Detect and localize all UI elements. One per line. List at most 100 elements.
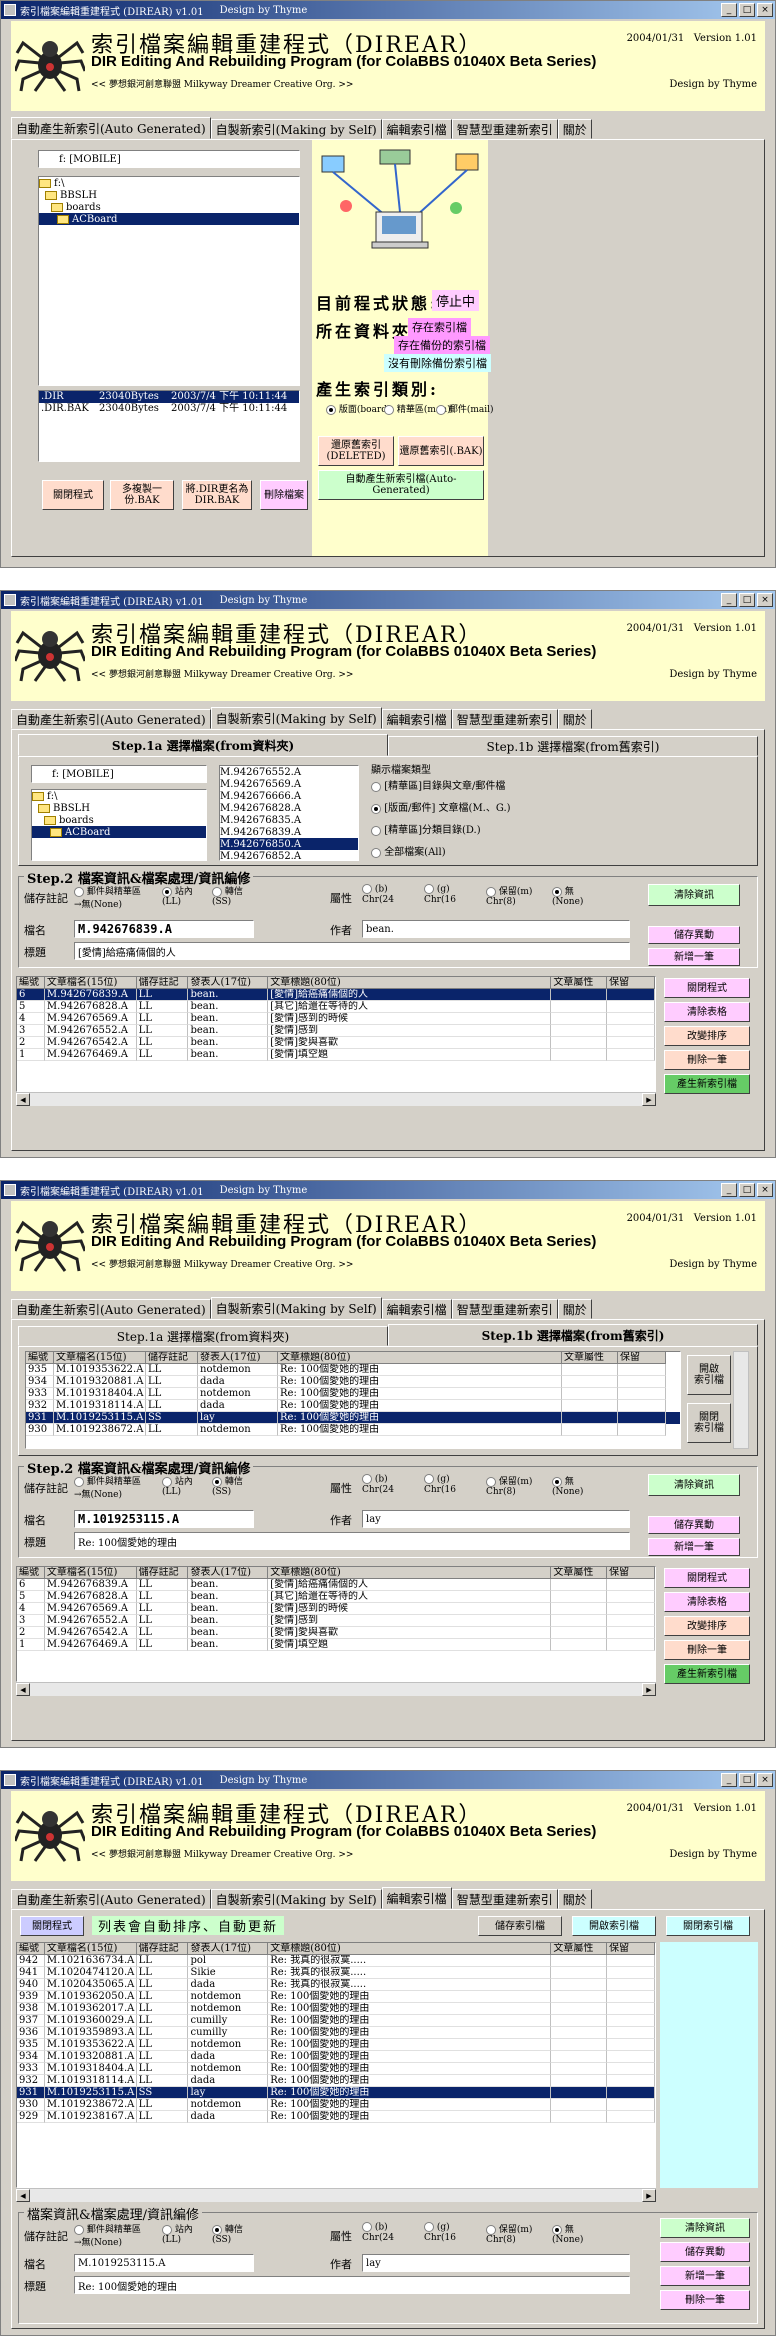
close-button[interactable]: × xyxy=(757,1773,773,1787)
radio-mail[interactable]: 郵件(mail) xyxy=(436,402,494,415)
tree-item-root[interactable]: f:\ xyxy=(32,790,206,802)
mark-radio-none[interactable]: 郵件與精華區 →無(None) xyxy=(74,1474,141,1500)
table-row[interactable]: 931 M.1019253115.A SS lay Re: 100個愛她的理由 xyxy=(26,1412,680,1424)
table-row[interactable]: 1 M.942676469.A LL bean. [愛情]填空題 xyxy=(17,1639,655,1651)
attr-radio-b[interactable]: (b) Chr(24 xyxy=(362,1474,394,1495)
entries-table[interactable]: 編號 文章檔名(15位) 儲存註記 發表人(17位) 文章標題(80位) 文章屬性 保留 6… xyxy=(16,976,656,1092)
file-item[interactable]: M.942676552.A xyxy=(220,766,358,778)
subtab-step1b[interactable]: Step.1b 選擇檔案(from舊索引) xyxy=(388,1324,758,1346)
file-item[interactable]: M.942676850.A xyxy=(220,838,358,850)
mark-radio-none[interactable]: 郵件與精華區 →無(None) xyxy=(74,2222,141,2248)
add-row-button[interactable]: 新增一筆 xyxy=(648,1538,740,1556)
attr-radio-none[interactable]: 無 (None) xyxy=(552,1474,583,1497)
attr-radio-m[interactable]: 保留(m) Chr(8) xyxy=(486,2222,532,2245)
minimize-button[interactable]: _ xyxy=(721,3,737,17)
subject-input[interactable]: Re: 100個愛她的理由 xyxy=(74,1532,630,1550)
filename-input[interactable]: M.1019253115.A xyxy=(74,1510,254,1528)
tab-making-by-self[interactable]: 自製新索引(Making by Self) xyxy=(210,1889,382,1909)
save-index-button[interactable]: 儲存索引檔 xyxy=(478,1916,562,1936)
file-row[interactable]: .DIR.BAK 23040Bytes 2003/7/4 下午 10:11:44 xyxy=(39,403,299,415)
subject-input[interactable]: [愛情]給癌痛倆個的人 xyxy=(74,942,630,960)
filename-input[interactable]: M.942676839.A xyxy=(74,920,254,938)
clear-table-button[interactable]: 清除表格 xyxy=(664,1592,750,1612)
tab-auto-generated[interactable]: 自動產生新索引(Auto Generated) xyxy=(11,1889,211,1909)
table-row[interactable]: 937 M.1019360029.A LL cumilly Re: 100個愛她的理由 xyxy=(17,2015,655,2027)
close-program-button[interactable]: 關閉程式 xyxy=(664,1568,750,1588)
table-row[interactable]: 6 M.942676839.A LL bean. [愛情]給癌痛倆個的人 xyxy=(17,1579,655,1591)
entries-table[interactable]: 編號 文章檔名(15位) 儲存註記 發表人(17位) 文章標題(80位) 文章屬性 保留 6… xyxy=(16,1566,656,1682)
tree-item-bbslh[interactable]: BBSLH xyxy=(32,802,206,814)
add-row-button[interactable]: 新增一筆 xyxy=(648,948,740,966)
table-row[interactable]: 2 M.942676542.A LL bean. [愛情]愛與喜歡 xyxy=(17,1037,655,1049)
file-row[interactable]: .DIR 23040Bytes 2003/7/4 下午 10:11:44 xyxy=(39,391,299,403)
table-row[interactable]: 3 M.942676552.A LL bean. [愛情]感到 xyxy=(17,1615,655,1627)
table-row[interactable]: 939 M.1019362050.A LL notdemon Re: 100個愛她的理由 xyxy=(17,1991,655,2003)
vertical-scrollbar[interactable] xyxy=(733,1351,749,1449)
close-index-button[interactable]: 關閉 索引檔 xyxy=(687,1403,731,1443)
maximize-button[interactable]: □ xyxy=(739,1183,755,1197)
old-index-table[interactable]: 編號 文章檔名(15位) 儲存註記 發表人(17位) 文章標題(80位) 文章屬性 保留 9… xyxy=(25,1351,681,1449)
clear-info-button[interactable]: 清除資訊 xyxy=(648,1474,740,1496)
mark-radio-ll[interactable]: 站內 (LL) xyxy=(162,1474,193,1497)
scroll-left-icon[interactable]: ◀ xyxy=(16,1683,30,1696)
tab-smart-rebuild[interactable]: 智慧型重建新索引 xyxy=(451,1299,558,1319)
horizontal-scrollbar[interactable]: ◀ ▶ xyxy=(16,1682,656,1696)
save-changes-button[interactable]: 儲存異動 xyxy=(648,1516,740,1534)
table-row[interactable]: 940 M.1020435065.A LL dada Re: 我真的很寂寞..... xyxy=(17,1979,655,1991)
table-row[interactable]: 941 M.1020474120.A LL Sikie Re: 我真的很寂寞..... xyxy=(17,1967,655,1979)
filename-input[interactable]: M.1019253115.A xyxy=(74,2254,254,2272)
tab-edit-index[interactable]: 編輯索引檔 xyxy=(381,1887,452,1909)
folder-tree[interactable]: f:\ BBSLH boards ACBoard xyxy=(31,789,207,861)
tab-auto-generated[interactable]: 自動產生新索引(Auto Generated) xyxy=(11,1299,211,1319)
file-item[interactable]: M.942676666.A xyxy=(220,790,358,802)
restore-deleted-button[interactable]: 還原舊索引 (DELETED) xyxy=(318,436,394,466)
file-item[interactable]: M.942676569.A xyxy=(220,778,358,790)
restore-bak-button[interactable]: 還原舊索引(.BAK) xyxy=(398,436,484,466)
table-row[interactable]: 938 M.1019362017.A LL notdemon Re: 100個愛她的理由 xyxy=(17,2003,655,2015)
clear-info-button[interactable]: 清除資訊 xyxy=(660,2218,750,2238)
subtab-step1b[interactable]: Step.1b 選擇檔案(from舊索引) xyxy=(388,736,758,756)
maximize-button[interactable]: □ xyxy=(739,3,755,17)
delete-file-button[interactable]: 刪除檔案 xyxy=(260,480,308,510)
generate-index-button[interactable]: 產生新索引檔 xyxy=(664,1074,750,1094)
maximize-button[interactable]: □ xyxy=(739,593,755,607)
filetype-radio[interactable]: [精華區]目錄與文章/郵件檔 xyxy=(371,777,505,792)
table-row[interactable]: 935 M.1019353622.A LL notdemon Re: 100個愛她的理由 xyxy=(17,2039,655,2051)
tab-auto-generated[interactable]: 自動產生新索引(Auto Generated) xyxy=(11,709,211,729)
tree-item-acboard[interactable]: ACBoard xyxy=(32,826,206,838)
scroll-right-icon[interactable]: ▶ xyxy=(642,2189,656,2202)
author-input[interactable]: lay xyxy=(362,2254,630,2272)
mark-radio-ss[interactable]: 轉信 (SS) xyxy=(212,2222,243,2245)
maximize-button[interactable]: □ xyxy=(739,1773,755,1787)
table-row[interactable]: 3 M.942676552.A LL bean. [愛情]感到 xyxy=(17,1025,655,1037)
minimize-button[interactable]: _ xyxy=(721,1183,737,1197)
mark-radio-ss[interactable]: 轉信 (SS) xyxy=(212,884,243,907)
close-program-button[interactable]: 關閉程式 xyxy=(42,480,104,510)
delete-row-button[interactable]: 刪除一筆 xyxy=(664,1640,750,1660)
horizontal-scrollbar[interactable]: ◀ ▶ xyxy=(16,2188,656,2202)
table-row[interactable]: 931 M.1019253115.A SS lay Re: 100個愛她的理由 xyxy=(17,2087,655,2099)
file-item[interactable]: M.942676828.A xyxy=(220,802,358,814)
close-program-button[interactable]: 關閉程式 xyxy=(20,1916,84,1936)
tree-item-boards[interactable]: boards xyxy=(39,201,299,213)
clear-table-button[interactable]: 清除表格 xyxy=(664,1002,750,1022)
file-list[interactable]: M.942676552.A M.942676569.A M.942676666.… xyxy=(219,765,359,862)
attr-radio-b[interactable]: (b) Chr(24 xyxy=(362,2222,394,2243)
table-row[interactable]: 932 M.1019318114.A LL dada Re: 100個愛她的理由 xyxy=(17,2075,655,2087)
tab-about[interactable]: 關於 xyxy=(557,1299,592,1319)
auto-generate-button[interactable]: 自動產生新索引檔(Auto-Generated) xyxy=(318,470,484,500)
generate-index-button[interactable]: 產生新索引檔 xyxy=(664,1664,750,1684)
attr-radio-m[interactable]: 保留(m) Chr(8) xyxy=(486,884,532,907)
tab-smart-rebuild[interactable]: 智慧型重建新索引 xyxy=(451,1889,558,1909)
tab-auto-generated[interactable]: 自動產生新索引(Auto Generated) xyxy=(11,117,211,139)
scroll-left-icon[interactable]: ◀ xyxy=(16,2189,30,2202)
mark-radio-ll[interactable]: 站內 (LL) xyxy=(162,884,193,907)
subtab-step1a[interactable]: Step.1a 選擇檔案(from資料夾) xyxy=(18,734,388,756)
tab-smart-rebuild[interactable]: 智慧型重建新索引 xyxy=(451,119,558,139)
table-row[interactable]: 4 M.942676569.A LL bean. [愛情]感到的時候 xyxy=(17,1603,655,1615)
subtab-step1a[interactable]: Step.1a 選擇檔案(from資料夾) xyxy=(18,1326,388,1346)
attr-radio-none[interactable]: 無 (None) xyxy=(552,2222,583,2245)
scroll-right-icon[interactable]: ▶ xyxy=(642,1093,656,1106)
tree-item-boards[interactable]: boards xyxy=(32,814,206,826)
close-index-button[interactable]: 關閉索引檔 xyxy=(666,1916,750,1936)
